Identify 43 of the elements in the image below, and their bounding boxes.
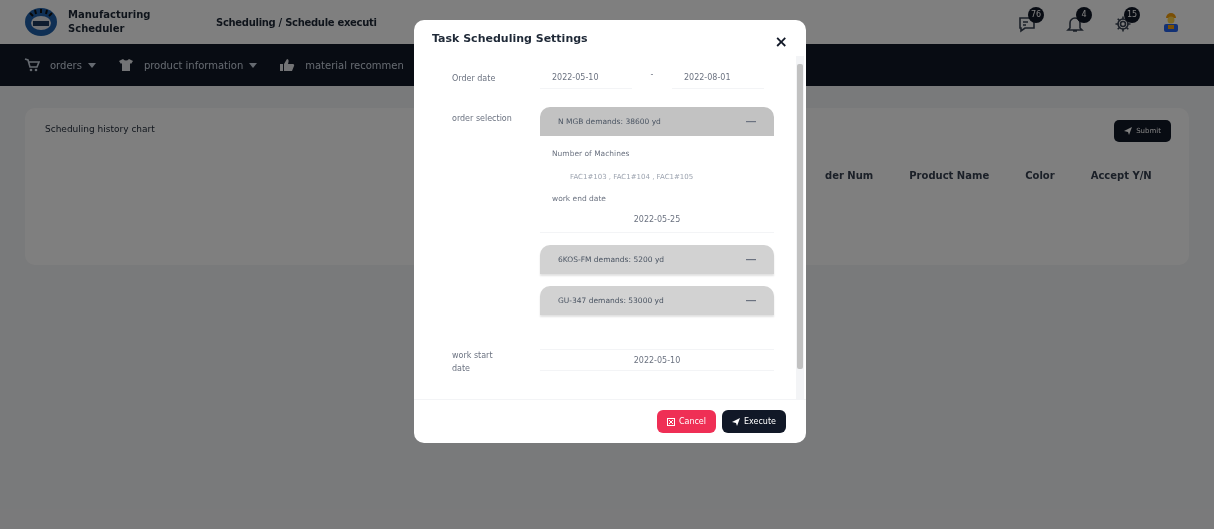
date-field[interactable]: 2022-05-25 xyxy=(552,214,762,226)
nav-menu-item[interactable]: orders xyxy=(50,57,96,73)
column-header: der Num xyxy=(825,169,874,183)
column-header: Product Name xyxy=(909,169,990,183)
nav-menu-item[interactable]: material recommen xyxy=(305,57,404,73)
column-header: Accept Y/N xyxy=(1090,169,1152,183)
execute-button[interactable]: Execute xyxy=(722,410,786,433)
field-label: work start date xyxy=(452,350,494,375)
close-button[interactable]: × xyxy=(774,30,788,54)
date-field[interactable]: 2022-08-01 xyxy=(672,68,764,89)
breadcrumb: Scheduling / Schedule executi xyxy=(216,15,377,30)
caret-icon xyxy=(249,62,258,68)
send-icon xyxy=(1124,127,1133,135)
date-field[interactable]: 2022-05-10 xyxy=(540,349,774,371)
cart-icon xyxy=(24,58,40,72)
count-badge: 4 xyxy=(1076,7,1092,23)
caret-icon xyxy=(87,62,96,68)
cancel-icon xyxy=(666,417,675,426)
app-name: Scheduler xyxy=(68,22,126,36)
range-separator: - xyxy=(649,68,655,81)
nav-menu-item[interactable]: product information xyxy=(143,57,258,73)
collapse-icon[interactable] xyxy=(746,299,756,302)
date-field[interactable]: 2022-05-10 xyxy=(540,68,632,89)
shirt-icon xyxy=(117,58,134,72)
settings-icon[interactable] xyxy=(1114,15,1132,33)
field-label: Order date xyxy=(452,72,497,85)
bell-icon[interactable] xyxy=(1066,15,1084,33)
collapse-icon[interactable] xyxy=(746,120,756,123)
avatar-icon[interactable] xyxy=(1162,11,1180,33)
collapse-icon[interactable] xyxy=(746,258,756,261)
dialog-title: Task Scheduling Settings xyxy=(432,30,588,47)
send-icon xyxy=(732,417,740,426)
app-name: Manufacturing xyxy=(68,8,152,22)
scrollbar[interactable] xyxy=(796,56,804,399)
chat-icon[interactable] xyxy=(1018,15,1036,33)
count-badge: 76 xyxy=(1028,7,1045,23)
card-title: Scheduling history chart xyxy=(45,123,155,136)
field-label: order selection xyxy=(452,113,513,125)
count-badge: 15 xyxy=(1124,7,1141,23)
cancel-button[interactable]: Cancel xyxy=(656,410,716,433)
thumbs-up-icon xyxy=(279,58,296,72)
logo-icon xyxy=(24,7,58,37)
column-header: Color xyxy=(1025,169,1055,183)
